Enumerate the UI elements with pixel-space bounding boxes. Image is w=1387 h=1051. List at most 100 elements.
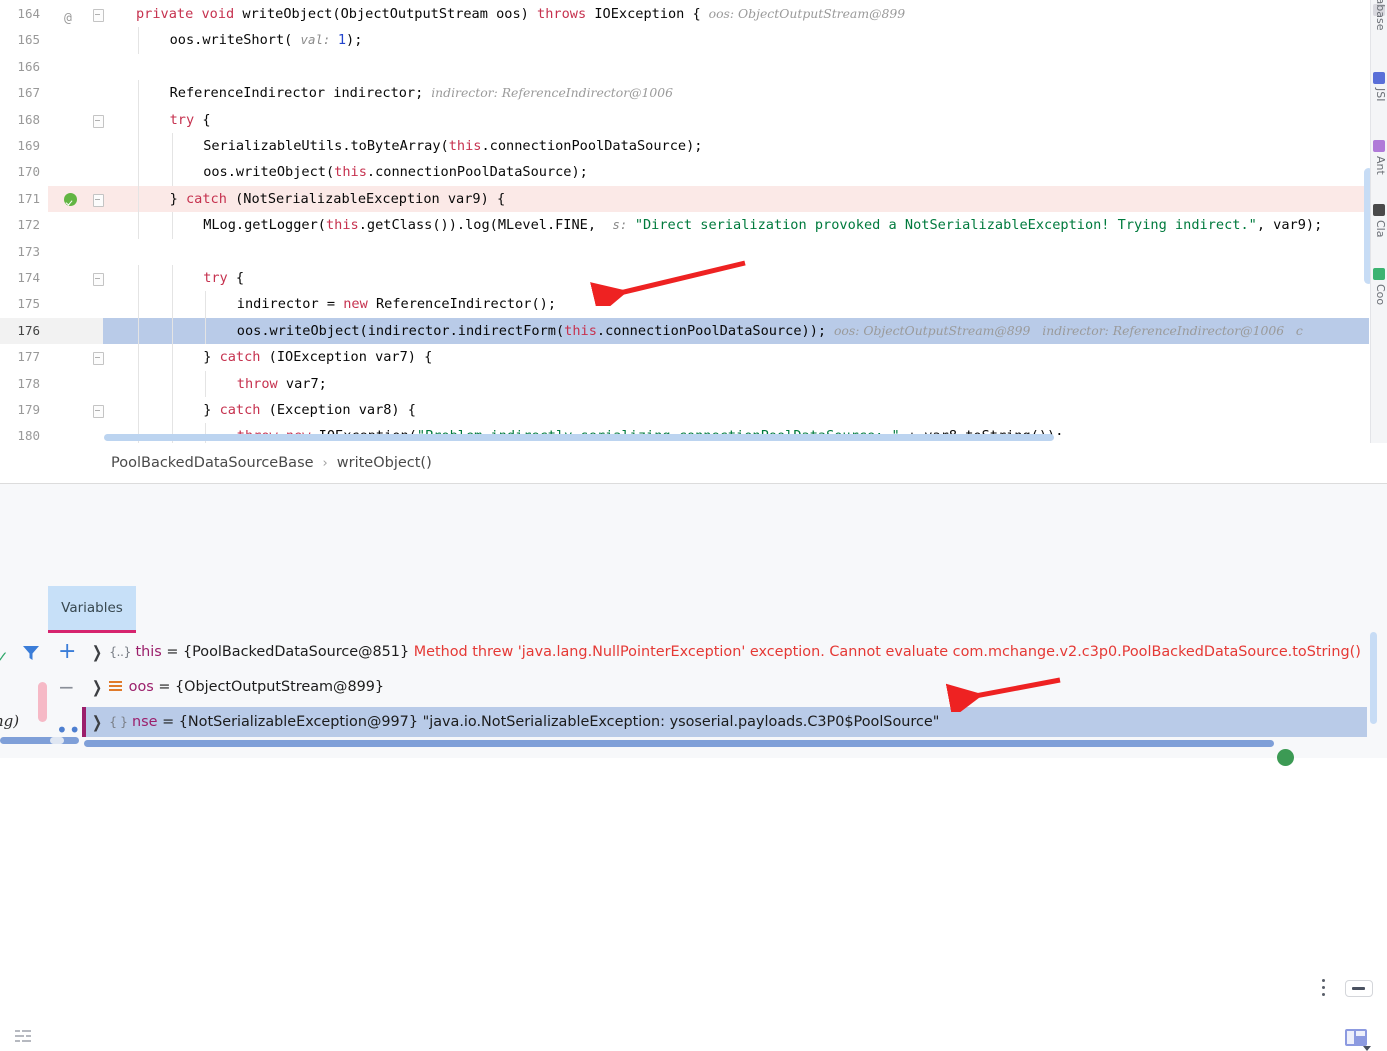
code-text: try { [203,265,244,291]
code-line[interactable]: 171} catch (NotSerializableException var… [0,185,1387,213]
indent-guide [171,397,173,424]
code-token: , var9); [1256,217,1323,234]
bottom-horizontal-scrollbar[interactable] [84,740,1274,747]
code-line[interactable]: 169 SerializableUtils.toByteArray(this.co… [0,133,1387,160]
breadcrumb: PoolBackedDataSourceBase › writeObject() [0,443,1387,484]
code-line[interactable]: 172 MLog.getLogger(this.getClass()).log(M… [0,212,1387,239]
code-fold-toggle-icon[interactable] [93,405,104,418]
variable-row[interactable]: ❯ oos = {ObjectOutputStream@899} [82,672,384,702]
code-token: private [136,6,202,22]
code-line[interactable]: 170 oos.writeObject(this.connectionPoolDa… [0,159,1387,186]
code-text: oos.writeShort( val: 1); [170,27,363,53]
code-editor[interactable]: 164 @ private void writeObject(ObjectOutpu… [0,0,1387,443]
stream-object-icon [109,680,123,692]
layout-settings-icon[interactable] [1345,1029,1367,1046]
indent-guide [138,80,139,107]
variables-vertical-scrollbar[interactable] [1370,632,1377,724]
code-fold-toggle-icon[interactable] [93,9,104,22]
code-token: catch [219,349,269,366]
code-line[interactable]: 164 @ private void writeObject(ObjectOutpu… [0,1,1387,27]
code-line[interactable]: 167 ReferenceIndirector indirector; indir… [0,80,1387,107]
code-token: catch [219,402,269,418]
bottom-left-scrollbar-thumb[interactable] [50,737,64,744]
code-token: ReferenceIndirector(); [375,296,557,313]
remove-watch-button[interactable]: − [58,677,75,697]
code-line[interactable]: 168 try { [0,106,1387,133]
code-token: (Exception var8) { [268,402,416,418]
code-line[interactable]: 165 oos.writeShort( val: 1); [0,27,1387,54]
more-options-icon[interactable] [1322,979,1326,997]
indent-guide [171,265,173,292]
indent-guide [138,212,139,239]
code-token: } [203,402,220,418]
breakpoint-verified-icon[interactable] [64,192,77,206]
coo-icon[interactable] [1373,268,1385,280]
indent-guide [138,344,139,371]
bottom-left-scrollbar[interactable] [0,737,79,744]
code-line[interactable]: 177} catch (IOException var7) { [0,344,1387,371]
indent-guide [138,265,139,292]
variable-row[interactable]: ❯{ } nse = {NotSerializableException@997… [82,707,1367,737]
line-number: 175 [17,296,40,312]
right-strip-label-coo[interactable]: Coo [1371,284,1387,305]
indent-guide [205,317,207,345]
code-token: throws [537,6,595,22]
code-text: private void writeObject(ObjectOutputStr… [136,1,905,27]
editor-horizontal-scrollbar[interactable] [104,434,1054,441]
code-line[interactable]: 179} catch (Exception var8) { [0,397,1387,424]
code-token: MLog.getLogger( [203,217,326,234]
ant-icon[interactable] [1373,140,1385,152]
code-fold-toggle-icon[interactable] [93,352,104,366]
variable-value: {PoolBackedDataSource@851} [182,644,414,660]
code-fold-toggle-icon[interactable] [93,114,104,128]
indent-guide [138,291,139,318]
right-strip-label-ant[interactable]: Ant [1371,156,1387,175]
minimize-button[interactable] [1345,980,1373,997]
indent-guide [171,370,173,397]
code-text: oos.writeObject(indirector.indirectForm(… [237,318,1303,344]
line-number: 176 [17,322,40,338]
tab-variables-label: Variables [61,600,123,616]
object-braces-icon: {..} [109,644,131,659]
expand-chevron-icon[interactable]: ❯ [92,702,102,743]
breadcrumb-separator: › [322,455,328,471]
filter-icon[interactable] [22,645,40,661]
breadcrumb-class[interactable]: PoolBackedDataSourceBase [111,455,314,471]
code-fold-toggle-icon[interactable] [93,193,104,207]
code-text: try { [170,107,211,133]
code-token: { [194,111,211,128]
class-icon[interactable] [1373,204,1385,216]
variable-row[interactable]: ❯ {..} this = {PoolBackedDataSource@851} … [82,637,1361,667]
code-token: this [325,217,359,234]
code-text: oos.writeObject(this.connectionPoolDataS… [203,159,588,185]
partial-check-icon[interactable]: ✓ [0,648,9,666]
code-line[interactable]: 174 try { [0,265,1387,292]
code-line[interactable]: 166 [0,54,1387,80]
breadcrumb-method[interactable]: writeObject() [337,455,432,471]
right-strip-label-jsi[interactable]: JSI [1371,88,1387,101]
indent-guide [138,397,139,424]
code-token: new [343,296,376,313]
pink-highlight-bar [38,682,47,722]
code-text: indirector = new ReferenceIndirector(); [237,291,556,317]
inline-debug-hint: oos: ObjectOutputStream@899 [700,6,906,21]
tab-variables[interactable]: Variables [48,586,136,630]
line-number: 164 [17,6,40,21]
jsi-icon[interactable] [1373,72,1385,84]
code-line[interactable]: 176 oos.writeObject(indirector.indirectFo… [0,317,1387,345]
right-tool-strip[interactable]: Database JSI Ant Cla Coo [1370,0,1387,484]
code-line[interactable]: 178 throw var7; [0,370,1387,397]
code-token: writeObject(ObjectOutputStream oos) [242,6,538,22]
code-token: SerializableUtils.toByteArray( [203,138,449,154]
right-strip-label-database[interactable]: Database [1371,0,1387,31]
code-token: .connectionPoolDataSource)); [596,322,827,339]
chevron-down-icon[interactable] [1363,1046,1371,1051]
variable-equals: = [157,714,179,730]
code-token: .connectionPoolDataSource); [481,138,703,154]
grid-settings-icon[interactable] [15,1030,31,1043]
code-fold-toggle-icon[interactable] [93,273,104,286]
code-line[interactable]: 173 [0,239,1387,265]
code-line[interactable]: 175 indirector = new ReferenceIndirector(… [0,291,1387,318]
right-strip-label-cla[interactable]: Cla [1371,220,1387,237]
add-watch-button[interactable]: + [58,641,76,663]
